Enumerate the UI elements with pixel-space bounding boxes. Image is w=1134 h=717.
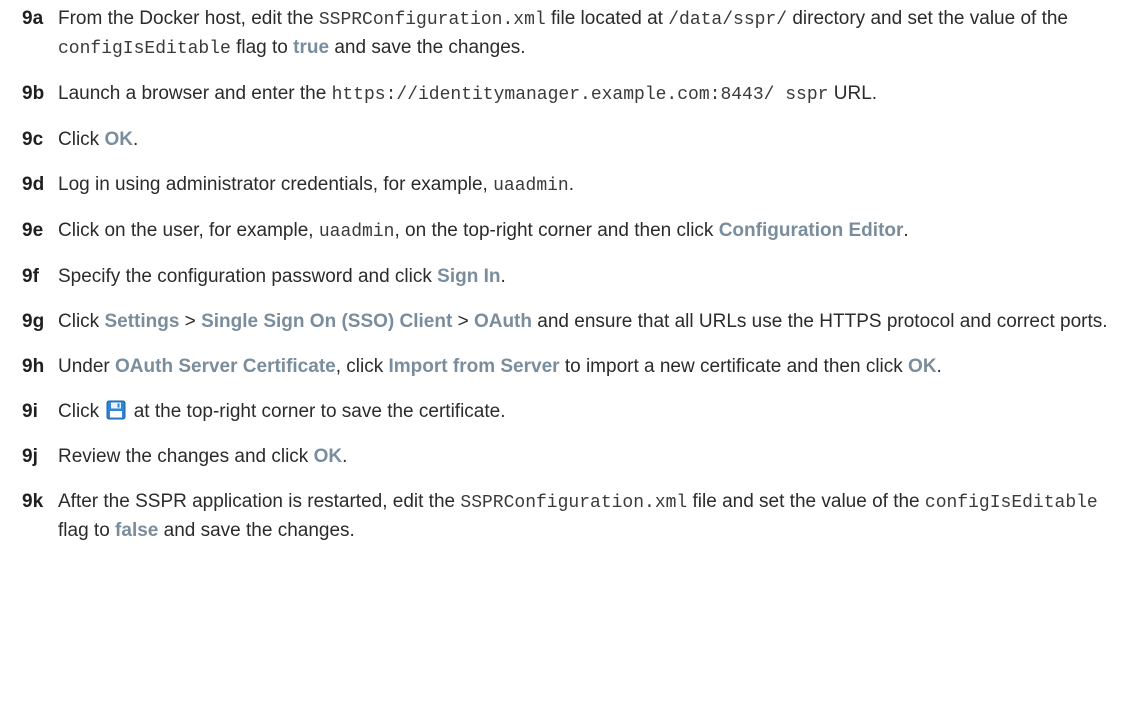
text: > bbox=[179, 311, 202, 332]
ui-configuration-editor: Configuration Editor bbox=[718, 220, 904, 241]
step-text: From the Docker host, edit the SSPRConfi… bbox=[58, 5, 1118, 63]
step-text: Review the changes and click OK. bbox=[58, 443, 1118, 471]
text: . bbox=[568, 174, 575, 195]
step-text: Launch a browser and enter the https://i… bbox=[58, 80, 1118, 109]
step-label: 9d bbox=[22, 174, 45, 195]
text: Under bbox=[58, 356, 116, 377]
text: . bbox=[342, 446, 348, 467]
text: directory and set the value of the bbox=[787, 8, 1068, 29]
ui-settings: Settings bbox=[104, 311, 180, 332]
step-9h: 9h Under OAuth Server Certificate, click… bbox=[0, 353, 1134, 381]
text: file located at bbox=[545, 8, 669, 29]
code-username: uaadmin bbox=[493, 176, 569, 196]
code-username: uaadmin bbox=[318, 222, 395, 242]
step-text: Specify the configuration password and c… bbox=[58, 263, 1118, 291]
step-9a: 9a From the Docker host, edit the SSPRCo… bbox=[0, 5, 1134, 63]
text: , click bbox=[335, 356, 389, 377]
text: and save the changes. bbox=[158, 520, 355, 541]
step-9j: 9j Review the changes and click OK. bbox=[0, 443, 1134, 471]
value-false: false bbox=[115, 520, 159, 541]
code-filename: SSPRConfiguration.xml bbox=[460, 493, 688, 513]
ui-ok: OK bbox=[908, 356, 937, 377]
text: Log in using administrator credentials, … bbox=[58, 174, 494, 195]
text: > bbox=[452, 311, 474, 332]
procedure-steps: 9a From the Docker host, edit the SSPRCo… bbox=[0, 0, 1134, 545]
ui-oauth-server-certificate: OAuth Server Certificate bbox=[115, 356, 336, 377]
ui-ok: OK bbox=[313, 446, 343, 467]
step-text: After the SSPR application is restarted,… bbox=[58, 488, 1118, 545]
text: to import a new certificate and then cli… bbox=[559, 356, 909, 377]
value-true: true bbox=[293, 37, 330, 58]
text: Click bbox=[58, 311, 105, 332]
step-text: Under OAuth Server Certificate, click Im… bbox=[58, 353, 1118, 381]
text: and save the changes. bbox=[329, 37, 526, 58]
step-label: 9b bbox=[22, 83, 45, 104]
text: . bbox=[500, 266, 506, 287]
step-text: Click on the user, for example, uaadmin,… bbox=[58, 217, 1118, 246]
code-filename: SSPRConfiguration.xml bbox=[318, 10, 546, 30]
step-label: 9k bbox=[22, 491, 44, 512]
step-label: 9c bbox=[22, 129, 44, 150]
text: Click bbox=[58, 401, 105, 422]
text: Click on the user, for example, bbox=[58, 220, 319, 241]
step-label: 9i bbox=[22, 401, 38, 422]
step-text: Click OK. bbox=[58, 126, 1118, 154]
step-9e: 9e Click on the user, for example, uaadm… bbox=[0, 217, 1134, 246]
text: and ensure that all URLs use the HTTPS p… bbox=[532, 311, 1108, 332]
step-text: Click Settings > Single Sign On (SSO) Cl… bbox=[58, 308, 1118, 336]
step-9f: 9f Specify the configuration password an… bbox=[0, 263, 1134, 291]
step-9c: 9c Click OK. bbox=[0, 126, 1134, 154]
step-9i: 9i Click at the top-right corner to save… bbox=[0, 398, 1134, 426]
step-label: 9j bbox=[22, 446, 38, 467]
code-path: /data/sspr/ bbox=[668, 10, 788, 30]
text: file and set the value of the bbox=[687, 491, 925, 512]
step-text: Log in using administrator credentials, … bbox=[58, 171, 1118, 200]
text: Review the changes and click bbox=[58, 446, 314, 467]
ui-sign-in: Sign In bbox=[437, 266, 501, 287]
ui-oauth: OAuth bbox=[473, 311, 532, 332]
text: Launch a browser and enter the bbox=[58, 83, 332, 104]
step-label: 9g bbox=[22, 311, 45, 332]
text: Specify the configuration password and c… bbox=[58, 266, 438, 287]
text: flag to bbox=[230, 37, 294, 58]
step-9k: 9k After the SSPR application is restart… bbox=[0, 488, 1134, 545]
step-label: 9a bbox=[22, 8, 44, 29]
text: . bbox=[132, 129, 139, 150]
text: URL. bbox=[828, 83, 878, 104]
save-icon bbox=[106, 400, 126, 420]
step-label: 9h bbox=[22, 356, 45, 377]
ui-ok: OK bbox=[104, 129, 133, 150]
text: Click bbox=[58, 129, 105, 150]
text: . bbox=[903, 220, 909, 241]
code-flag: configIsEditable bbox=[924, 493, 1098, 513]
text: . bbox=[936, 356, 942, 377]
text: After the SSPR application is restarted,… bbox=[58, 491, 461, 512]
ui-sso-client: Single Sign On (SSO) Client bbox=[201, 311, 453, 332]
text: flag to bbox=[58, 520, 116, 541]
step-label: 9f bbox=[22, 266, 39, 287]
text: , on the top-right corner and then click bbox=[394, 220, 719, 241]
ui-import-from-server: Import from Server bbox=[388, 356, 560, 377]
text: at the top-right corner to save the cert… bbox=[128, 401, 506, 422]
step-9b: 9b Launch a browser and enter the https:… bbox=[0, 80, 1134, 109]
step-9g: 9g Click Settings > Single Sign On (SSO)… bbox=[0, 308, 1134, 336]
step-label: 9e bbox=[22, 220, 44, 241]
code-url: https://identitymanager.example.com:8443… bbox=[331, 85, 829, 105]
code-flag: configIsEditable bbox=[58, 39, 231, 59]
text: From the Docker host, edit the bbox=[58, 8, 319, 29]
step-text: Click at the top-right corner to save th… bbox=[58, 398, 1118, 426]
step-9d: 9d Log in using administrator credential… bbox=[0, 171, 1134, 200]
